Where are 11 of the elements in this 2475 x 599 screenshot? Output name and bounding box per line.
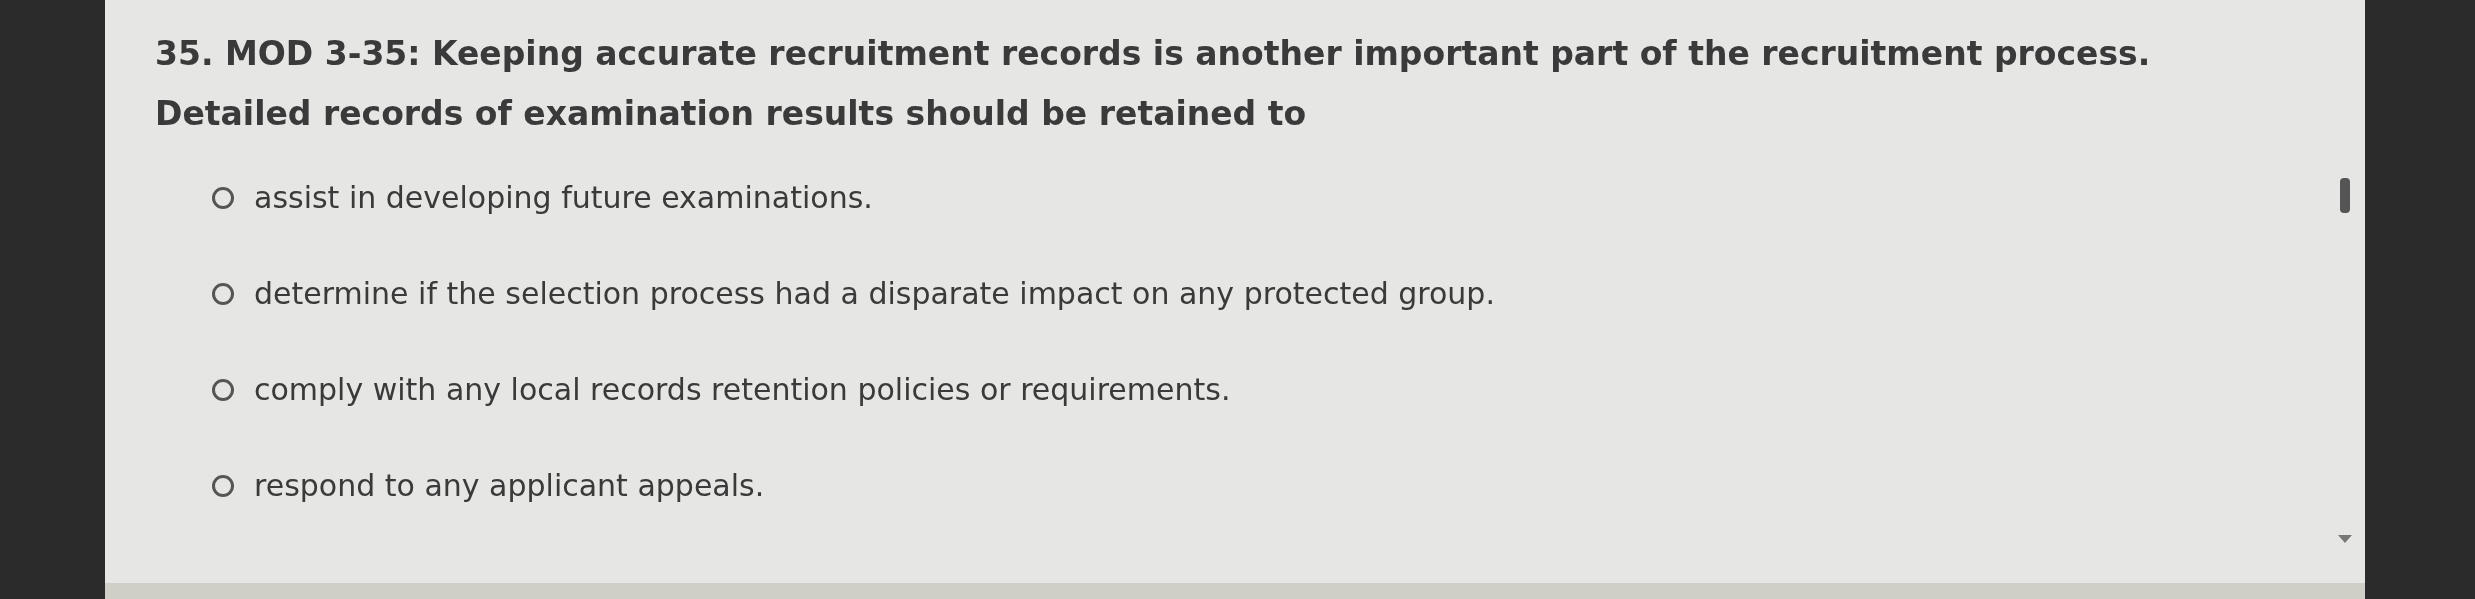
radio-button[interactable] [212,475,234,497]
radio-button[interactable] [212,283,234,305]
answer-option[interactable]: determine if the selection process had a disparate impact on any protected group. [212,262,2285,326]
scroll-down-icon[interactable] [2338,535,2352,543]
answer-option[interactable]: respond to any applicant appeals. [212,454,2285,518]
answer-option[interactable]: assist in developing future examinations. [212,166,2285,230]
answer-option[interactable]: comply with any local records retention policies or requirements. [212,358,2285,422]
scrollbar-thumb[interactable] [2340,178,2350,213]
question-text: 35. MOD 3-35: Keeping accurate recruitment records is another important part of the recruitment process. Detailed records of examination results should be retained to [155,33,2152,135]
radio-button[interactable] [212,187,234,209]
radio-button[interactable] [212,379,234,401]
